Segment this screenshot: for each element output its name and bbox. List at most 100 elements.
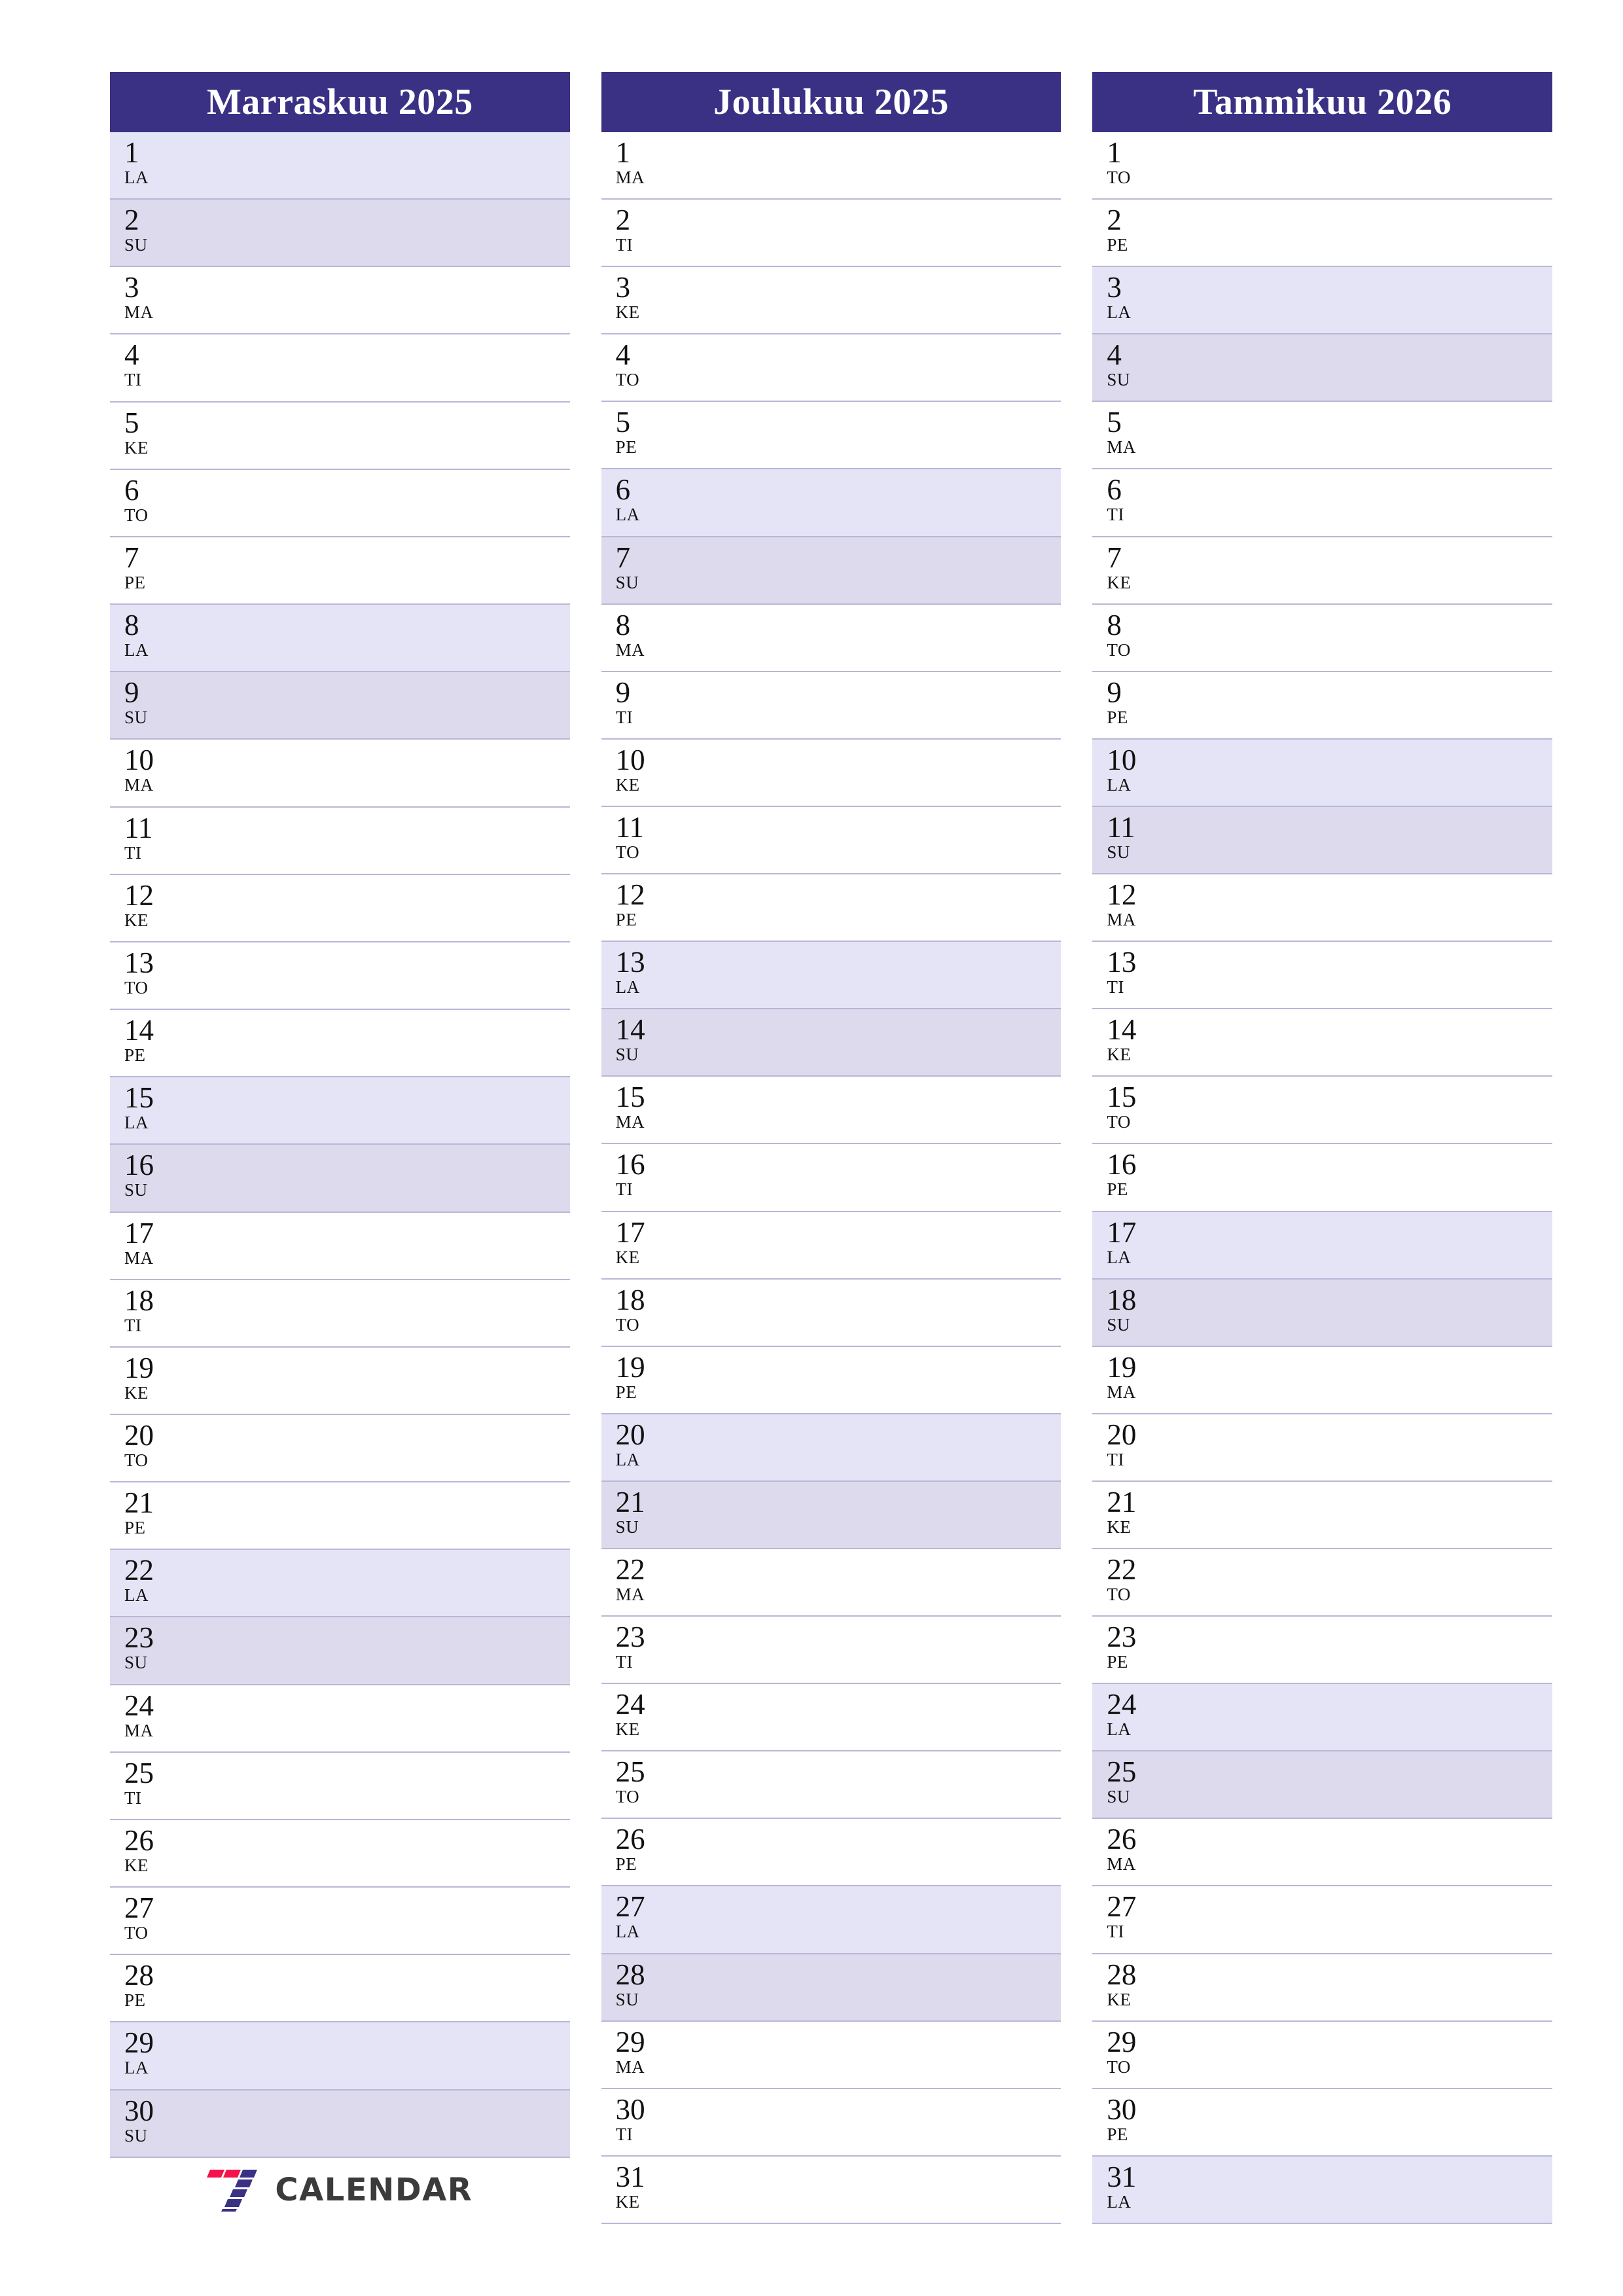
day-row[interactable]: 29 LA	[110, 2022, 570, 2090]
day-row[interactable]: 18 SU	[1092, 1279, 1553, 1347]
day-row[interactable]: 31 LA	[1092, 2156, 1553, 2224]
day-row[interactable]: 7 PE	[110, 537, 570, 605]
day-row[interactable]: 1 TO	[1092, 132, 1553, 200]
day-row[interactable]: 12 MA	[1092, 874, 1553, 942]
day-row[interactable]: 27 TI	[1092, 1886, 1553, 1954]
day-row[interactable]: 21 PE	[110, 1482, 570, 1551]
day-row[interactable]: 1 LA	[110, 132, 570, 200]
day-row[interactable]: 21 KE	[1092, 1482, 1553, 1549]
day-row[interactable]: 13 TO	[110, 942, 570, 1011]
day-row[interactable]: 31 KE	[601, 2157, 1061, 2224]
day-row[interactable]: 23 PE	[1092, 1617, 1553, 1685]
day-row[interactable]: 4 SU	[1092, 334, 1553, 403]
day-row[interactable]: 12 PE	[601, 874, 1061, 942]
day-row[interactable]: 20 TO	[110, 1415, 570, 1483]
day-row[interactable]: 8 MA	[601, 605, 1061, 672]
day-row[interactable]: 16 TI	[601, 1144, 1061, 1212]
day-list: 1 TO 2 PE 3 LA 4 SU 5 MA 6 TI 7 KE 8 TO 9 PE 10 LA 11 SU 12 MA 1…	[1092, 132, 1553, 2224]
day-row[interactable]: 19 PE	[601, 1347, 1061, 1414]
day-row[interactable]: 9 TI	[601, 672, 1061, 740]
day-row[interactable]: 9 PE	[1092, 672, 1553, 740]
day-number: 22	[1107, 1552, 1137, 1586]
day-row[interactable]: 14 PE	[110, 1010, 570, 1078]
day-row[interactable]: 8 LA	[110, 605, 570, 673]
day-row[interactable]: 2 SU	[110, 200, 570, 268]
day-row[interactable]: 25 SU	[1092, 1751, 1553, 1820]
day-row[interactable]: 24 KE	[601, 1684, 1061, 1752]
day-row[interactable]: 20 TI	[1092, 1414, 1553, 1482]
day-weekday: MA	[124, 302, 154, 323]
day-row[interactable]: 10 LA	[1092, 739, 1553, 807]
day-row[interactable]: 4 TO	[601, 334, 1061, 403]
day-row[interactable]: 18 TO	[601, 1280, 1061, 1347]
day-row[interactable]: 10 MA	[110, 740, 570, 808]
day-row[interactable]: 15 LA	[110, 1077, 570, 1145]
day-row[interactable]: 7 KE	[1092, 537, 1553, 605]
day-row[interactable]: 24 MA	[110, 1685, 570, 1753]
day-row[interactable]: 22 TO	[1092, 1549, 1553, 1617]
day-row[interactable]: 17 MA	[110, 1213, 570, 1280]
day-row[interactable]: 19 KE	[110, 1348, 570, 1415]
day-row[interactable]: 25 TO	[601, 1751, 1061, 1820]
day-row[interactable]: 3 KE	[601, 267, 1061, 335]
day-row[interactable]: 27 LA	[601, 1886, 1061, 1954]
day-number: 28	[124, 1959, 154, 1992]
day-row[interactable]: 23 TI	[601, 1617, 1061, 1685]
day-row[interactable]: 6 TI	[1092, 469, 1553, 537]
day-row[interactable]: 29 TO	[1092, 2022, 1553, 2089]
day-number: 30	[1107, 2092, 1137, 2126]
day-row[interactable]: 15 MA	[601, 1077, 1061, 1145]
day-row[interactable]: 16 PE	[1092, 1144, 1553, 1212]
day-row[interactable]: 2 PE	[1092, 200, 1553, 268]
day-row[interactable]: 26 MA	[1092, 1819, 1553, 1887]
day-row[interactable]: 11 TI	[110, 808, 570, 875]
day-row[interactable]: 30 PE	[1092, 2089, 1553, 2157]
day-row[interactable]: 28 PE	[110, 1955, 570, 2023]
day-row[interactable]: 15 TO	[1092, 1077, 1553, 1145]
day-row[interactable]: 30 SU	[110, 2090, 570, 2158]
day-row[interactable]: 25 TI	[110, 1753, 570, 1820]
day-row[interactable]: 22 LA	[110, 1550, 570, 1618]
day-row[interactable]: 5 PE	[601, 402, 1061, 470]
month-columns: Marraskuu 2025 1 LA 2 SU 3 MA 4 TI 5 KE 6 TO 7 PE 8 LA 9 S…	[110, 72, 1553, 2224]
day-row[interactable]: 4 TI	[110, 334, 570, 403]
day-row[interactable]: 1 MA	[601, 132, 1061, 200]
day-row[interactable]: 14 KE	[1092, 1009, 1553, 1077]
day-row[interactable]: 3 MA	[110, 267, 570, 335]
day-row[interactable]: 20 LA	[601, 1414, 1061, 1482]
day-row[interactable]: 6 LA	[601, 469, 1061, 537]
day-row[interactable]: 19 MA	[1092, 1347, 1553, 1414]
day-row[interactable]: 9 SU	[110, 672, 570, 740]
day-row[interactable]: 26 PE	[601, 1819, 1061, 1887]
day-row[interactable]: 16 SU	[110, 1145, 570, 1213]
day-row[interactable]: 18 TI	[110, 1280, 570, 1348]
day-row[interactable]: 5 KE	[110, 403, 570, 470]
day-row[interactable]: 11 SU	[1092, 806, 1553, 875]
day-row[interactable]: 13 TI	[1092, 942, 1553, 1010]
day-row[interactable]: 10 KE	[601, 740, 1061, 807]
day-row[interactable]: 7 SU	[601, 537, 1061, 605]
day-row[interactable]: 27 TO	[110, 1888, 570, 1956]
day-weekday: TO	[1107, 639, 1131, 660]
day-row[interactable]: 5 MA	[1092, 402, 1553, 470]
day-row[interactable]: 30 TI	[601, 2089, 1061, 2157]
day-row[interactable]: 12 KE	[110, 875, 570, 942]
day-row[interactable]: 11 TO	[601, 807, 1061, 875]
day-row[interactable]: 23 SU	[110, 1617, 570, 1685]
day-row[interactable]: 22 MA	[601, 1549, 1061, 1617]
day-row[interactable]: 3 LA	[1092, 267, 1553, 335]
day-row[interactable]: 8 TO	[1092, 605, 1553, 672]
day-row[interactable]: 26 KE	[110, 1820, 570, 1888]
day-row[interactable]: 29 MA	[601, 2022, 1061, 2089]
day-weekday: KE	[615, 774, 640, 795]
day-row[interactable]: 21 SU	[601, 1481, 1061, 1549]
day-row[interactable]: 6 TO	[110, 470, 570, 537]
day-row[interactable]: 2 TI	[601, 200, 1061, 268]
day-row[interactable]: 28 SU	[601, 1954, 1061, 2022]
day-row[interactable]: 13 LA	[601, 942, 1061, 1010]
day-row[interactable]: 17 KE	[601, 1212, 1061, 1280]
day-row[interactable]: 17 LA	[1092, 1211, 1553, 1280]
day-row[interactable]: 24 LA	[1092, 1684, 1553, 1752]
day-row[interactable]: 14 SU	[601, 1009, 1061, 1077]
day-row[interactable]: 28 KE	[1092, 1954, 1553, 2022]
